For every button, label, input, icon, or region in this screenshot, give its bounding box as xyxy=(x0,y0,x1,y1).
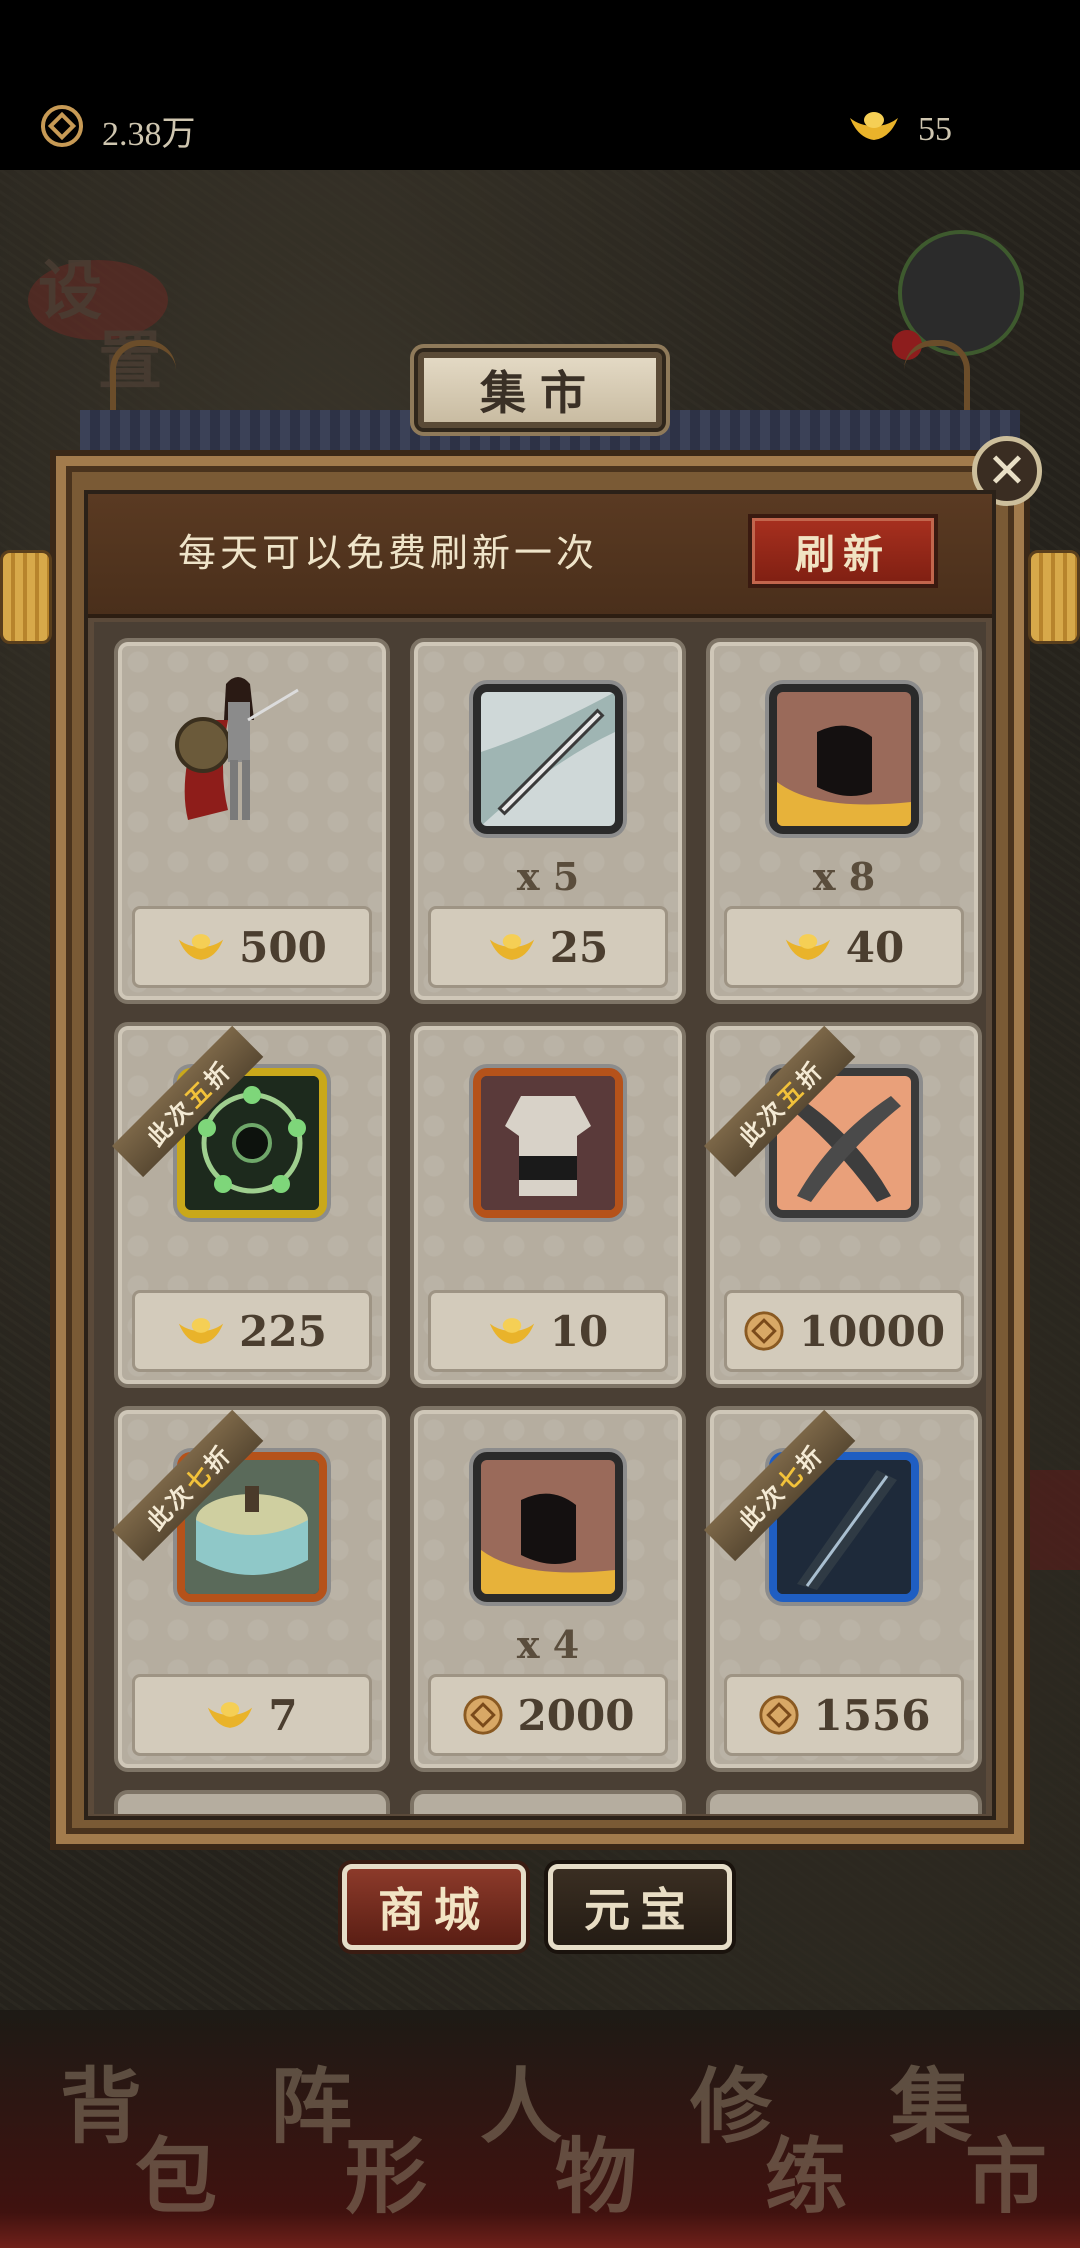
refresh-button[interactable]: 刷新 xyxy=(748,514,938,588)
fist-icon xyxy=(769,684,919,834)
item-price: 7 xyxy=(268,1690,298,1740)
item-quantity: x 8 xyxy=(812,854,876,899)
player-avatar[interactable] xyxy=(892,230,1024,360)
gold-ingot-icon xyxy=(206,1698,254,1732)
nav-bag[interactable]: 背 包 xyxy=(40,2040,240,2225)
item-grid[interactable]: 500 x 5 25 x 8 40 225 此次五折 10 10000 此次五折 7 此次七折 x 4 2… xyxy=(94,622,986,1814)
nav-training[interactable]: 修 练 xyxy=(670,2040,870,2225)
nav-bag-char-2: 包 xyxy=(135,2129,218,2225)
item-price: 225 xyxy=(239,1306,327,1356)
fist-icon xyxy=(473,1452,623,1602)
shop-item-card-partial[interactable] xyxy=(114,1790,390,1814)
item-price: 2000 xyxy=(517,1690,635,1740)
item-price: 1556 xyxy=(813,1690,931,1740)
price-tag: 225 xyxy=(132,1290,372,1372)
item-price: 40 xyxy=(845,922,905,972)
item-price: 500 xyxy=(239,922,327,972)
ingot-currency: 55 xyxy=(848,104,952,156)
item-price: 10 xyxy=(549,1306,609,1356)
shop-item-card[interactable]: 1556 此次七折 xyxy=(704,1406,982,1772)
price-tag: 1556 xyxy=(724,1674,964,1756)
gold-ingot-icon xyxy=(784,930,832,964)
shop-item-card[interactable]: 225 此次五折 xyxy=(112,1022,390,1388)
item-price: 10000 xyxy=(798,1306,946,1356)
gold-ingot-icon xyxy=(848,108,900,153)
gold-ingot-icon xyxy=(488,1314,536,1348)
shop-item-card[interactable]: 7 此次七折 xyxy=(112,1406,390,1772)
shop-item-card[interactable]: 10 xyxy=(410,1022,686,1388)
shop-item-card-partial[interactable] xyxy=(706,1790,982,1814)
shop-tabs: 商城 元宝 xyxy=(342,1864,742,1954)
gold-ingot-icon xyxy=(177,930,225,964)
nav-training-char-2: 练 xyxy=(765,2129,848,2225)
price-tag: 7 xyxy=(132,1674,372,1756)
gold-ingot-icon xyxy=(177,1314,225,1348)
dialog-body: 每天可以免费刷新一次 刷新 500 x 5 25 x 8 40 225 此次五折 10 1000… xyxy=(84,490,996,1820)
refresh-header: 每天可以免费刷新一次 刷新 xyxy=(88,494,992,618)
sword-icon xyxy=(473,684,623,834)
tab-yuanbao[interactable]: 元宝 xyxy=(548,1864,732,1950)
item-price: 25 xyxy=(549,922,609,972)
copper-coin-icon xyxy=(462,1694,504,1736)
copper-currency: 2.38万 xyxy=(40,104,196,156)
lantern-icon xyxy=(1028,550,1080,644)
tab-shop[interactable]: 商城 xyxy=(342,1864,526,1950)
shop-item-card[interactable]: 10000 此次五折 xyxy=(704,1022,982,1388)
nav-bag-char-1: 背 xyxy=(60,2059,143,2155)
shop-item-card[interactable]: x 4 2000 xyxy=(410,1406,686,1772)
nav-formation-char-1: 阵 xyxy=(270,2059,353,2155)
lantern-icon xyxy=(0,550,52,644)
armor-icon xyxy=(473,1068,623,1218)
copper-amount: 2.38万 xyxy=(102,115,196,153)
nav-character-char-2: 物 xyxy=(555,2129,638,2225)
bottom-nav: 背 包 阵 形 人 物 修 练 集 市 xyxy=(0,2010,1080,2248)
price-tag: 25 xyxy=(428,906,668,988)
item-quantity: x 5 xyxy=(516,854,580,899)
shop-item-card-partial[interactable] xyxy=(410,1790,686,1814)
price-tag: 500 xyxy=(132,906,372,988)
ingot-amount: 55 xyxy=(918,111,952,148)
nav-market[interactable]: 集 市 xyxy=(870,2040,1070,2225)
nav-formation[interactable]: 阵 形 xyxy=(250,2040,450,2225)
nav-character-char-1: 人 xyxy=(480,2059,563,2155)
copper-coin-icon xyxy=(40,104,84,157)
shop-item-card[interactable]: x 5 25 xyxy=(410,638,686,1004)
nav-market-char-1: 集 xyxy=(890,2059,973,2155)
nav-character[interactable]: 人 物 xyxy=(460,2040,660,2225)
shop-item-card[interactable]: 500 xyxy=(114,638,390,1004)
settings-label-1: 设 xyxy=(38,254,102,329)
price-tag: 10000 xyxy=(724,1290,964,1372)
copper-coin-icon xyxy=(743,1310,785,1352)
price-tag: 2000 xyxy=(428,1674,668,1756)
female-warrior-portrait xyxy=(158,660,348,860)
free-refresh-notice: 每天可以免费刷新一次 xyxy=(178,531,599,575)
item-quantity: x 4 xyxy=(516,1622,580,1667)
status-bar: 2.38万 55 xyxy=(0,0,1080,170)
nav-training-char-1: 修 xyxy=(690,2059,773,2155)
nav-formation-char-2: 形 xyxy=(345,2129,428,2225)
copper-coin-icon xyxy=(758,1694,800,1736)
price-tag: 10 xyxy=(428,1290,668,1372)
gold-ingot-icon xyxy=(488,930,536,964)
nav-market-char-2: 市 xyxy=(965,2129,1048,2225)
dialog-title: 集市 xyxy=(418,352,662,428)
price-tag: 40 xyxy=(724,906,964,988)
shop-item-card[interactable]: x 8 40 xyxy=(706,638,982,1004)
market-dialog: 集市 ✕ 每天可以免费刷新一次 刷新 500 x 5 25 x 8 40 225 此次五折 1… xyxy=(0,340,1080,1870)
